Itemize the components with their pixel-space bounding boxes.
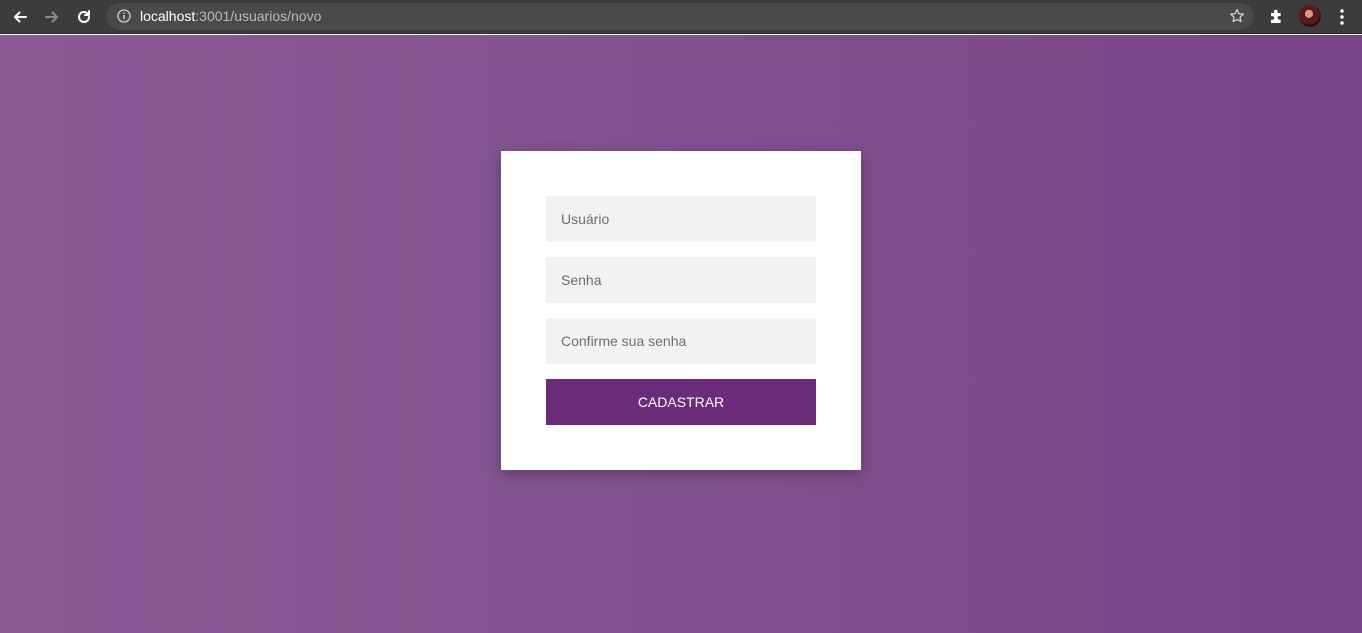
signup-card: CADASTRAR <box>501 151 861 470</box>
username-input[interactable] <box>546 196 816 242</box>
extensions-icon[interactable] <box>1268 7 1286 25</box>
menu-icon[interactable] <box>1334 7 1350 27</box>
password-input[interactable] <box>546 257 816 303</box>
info-icon[interactable] <box>117 9 131 23</box>
url-host: localhost <box>140 8 196 24</box>
forward-icon <box>45 11 58 23</box>
forward-button[interactable] <box>40 5 64 29</box>
back-button[interactable] <box>8 5 32 29</box>
confirm-password-input[interactable] <box>546 318 816 364</box>
star-icon[interactable] <box>1229 8 1245 24</box>
browser-toolbar: localhost:3001/usuarios/novo <box>0 0 1362 34</box>
url-text[interactable]: localhost:3001/usuarios/novo <box>140 8 321 25</box>
reload-button[interactable] <box>72 5 96 29</box>
address-bar[interactable]: localhost:3001/usuarios/novo <box>106 3 1254 30</box>
reload-icon <box>78 10 90 23</box>
url-path: :3001/usuarios/novo <box>195 8 322 24</box>
back-icon <box>14 11 27 23</box>
page-background: CADASTRAR <box>0 35 1362 633</box>
submit-button[interactable]: CADASTRAR <box>546 379 816 425</box>
avatar[interactable] <box>1299 5 1321 27</box>
